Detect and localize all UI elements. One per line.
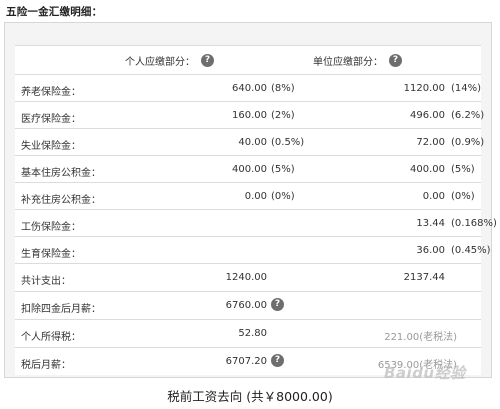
table-row: 养老保险金： 640.00 (8%) 1120.00 (14%) [15, 75, 481, 102]
company-value: 400.00 [410, 164, 445, 175]
company-percent: (0.168%) [451, 218, 497, 229]
row-label: 基本住房公积金： [21, 168, 101, 179]
company-header-label: 单位应缴部分： [313, 57, 383, 68]
company-percent: (5%) [451, 164, 475, 175]
company-percent: (0.9%) [451, 137, 485, 148]
personal-percent: (0%) [271, 191, 295, 202]
chart-caption: 税前工资去向 (共￥8000.00) [167, 389, 333, 404]
table-row: 生育保险金： 36.00 (0.45%) [15, 237, 491, 264]
company-value: 13.44 [416, 218, 445, 229]
company-percent: (0.45%) [451, 245, 491, 256]
company-value: 496.00 [410, 110, 445, 121]
personal-header-label: 个人应缴部分： [125, 57, 195, 68]
tax-row: 个人所得税： 52.80 221.00(老税法) [15, 320, 481, 348]
row-label: 失业保险金： [21, 141, 81, 152]
tax-value: 52.80 [238, 328, 267, 339]
table-row: 补充住房公积金： 0.00 (0%) 0.00 (0%) [15, 183, 481, 210]
personal-percent: (2%) [271, 110, 295, 121]
company-value: 1120.00 [403, 83, 445, 94]
tax-label: 个人所得税： [21, 332, 81, 343]
company-header: 单位应缴部分： ? [313, 53, 402, 68]
table-row: 基本住房公积金： 400.00 (5%) 400.00 (5%) [15, 156, 481, 183]
company-value: 0.00 [422, 191, 445, 202]
personal-percent: (5%) [271, 164, 295, 175]
company-percent: (6.2%) [451, 110, 485, 121]
personal-percent: (0.5%) [271, 137, 305, 148]
company-value: 72.00 [416, 137, 445, 148]
personal-percent: (8%) [271, 83, 295, 94]
personal-value: 40.00 [238, 137, 267, 148]
row-label: 补充住房公积金： [21, 195, 101, 206]
summary-table: 个人应缴部分： ? 单位应缴部分： ? 养老保险金： 640.00 (8%) 1… [15, 45, 497, 375]
after-deduction-label: 扣除四金后月薪： [21, 304, 101, 315]
row-label: 生育保险金： [21, 249, 81, 260]
help-icon[interactable]: ? [271, 298, 284, 311]
totals-label: 共计支出： [21, 276, 71, 287]
personal-value: 160.00 [232, 110, 267, 121]
table-header: 个人应缴部分： ? 单位应缴部分： ? [15, 46, 481, 75]
watermark: Baidu经验 [384, 362, 466, 383]
watermark-text: Baidu经验 [384, 364, 466, 382]
table-row: 失业保险金： 40.00 (0.5%) 72.00 (0.9%) [15, 129, 485, 156]
personal-value: 400.00 [232, 164, 267, 175]
table-row: 工伤保险金： 13.44 (0.168%) [15, 210, 497, 237]
after-deduction-row: 扣除四金后月薪： 6760.00 ? [15, 292, 481, 320]
company-total: 2137.44 [403, 272, 445, 283]
after-deduction-value: 6760.00 [225, 300, 267, 311]
row-label: 养老保险金： [21, 87, 81, 98]
net-salary-label: 税后月薪： [21, 360, 71, 371]
company-percent: (0%) [451, 191, 475, 202]
personal-header: 个人应缴部分： ? [125, 53, 214, 68]
company-value: 36.00 [416, 245, 445, 256]
personal-total: 1240.00 [225, 272, 267, 283]
help-icon[interactable]: ? [271, 354, 284, 367]
help-icon[interactable]: ? [389, 54, 402, 67]
row-label: 医疗保险金： [21, 114, 81, 125]
section-title: 五险一金汇缴明细： [6, 6, 103, 18]
row-label: 工伤保险金： [21, 222, 81, 233]
personal-value: 0.00 [244, 191, 267, 202]
summary-panel: 个人应缴部分： ? 单位应缴部分： ? 养老保险金： 640.00 (8%) 1… [4, 22, 497, 378]
personal-value: 640.00 [232, 83, 267, 94]
help-icon[interactable]: ? [201, 54, 214, 67]
company-percent: (14%) [451, 83, 482, 94]
table-row: 医疗保险金： 160.00 (2%) 496.00 (6.2%) [15, 102, 485, 129]
totals-row: 共计支出： 1240.00 2137.44 [15, 264, 481, 292]
tax-old-value: 221.00(老税法) [384, 332, 457, 343]
net-salary-value: 6707.20 [225, 356, 267, 367]
